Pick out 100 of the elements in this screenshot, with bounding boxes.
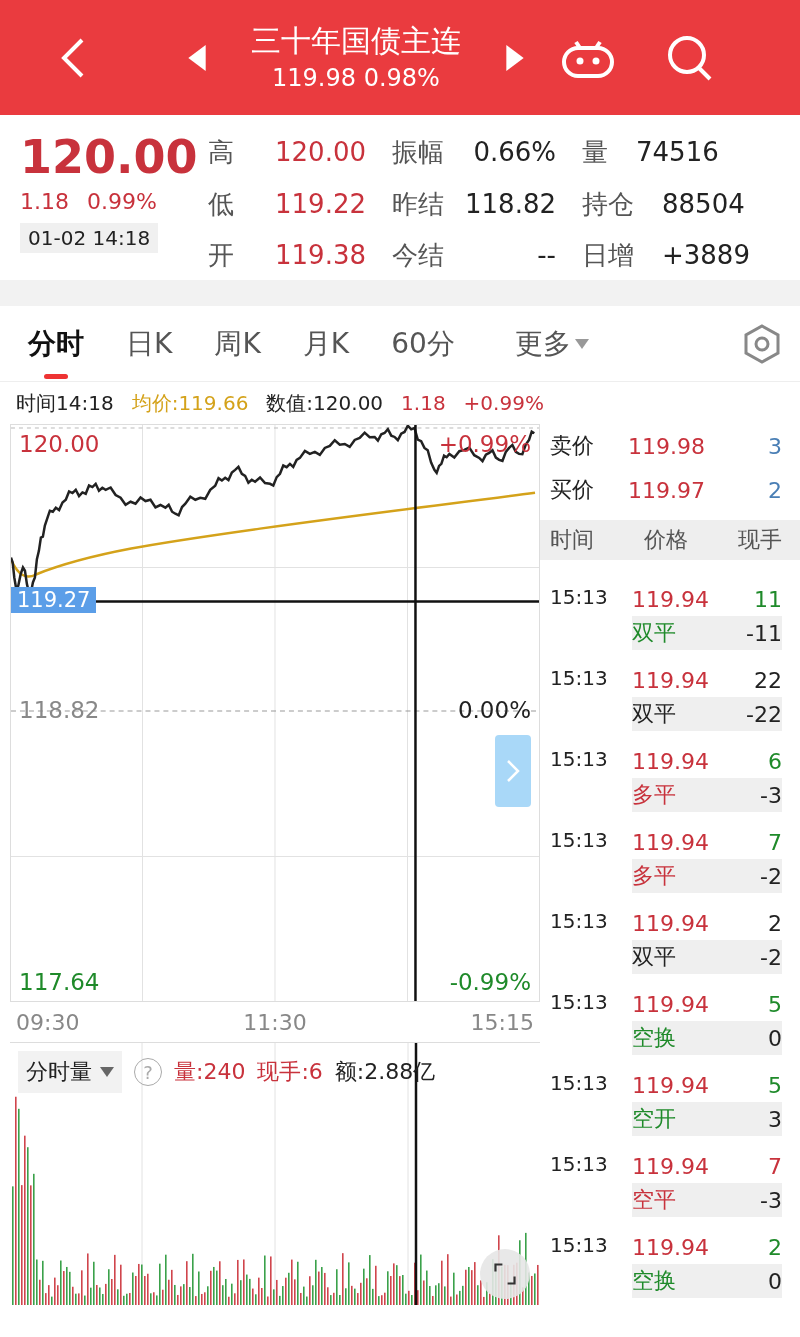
stat-value: 119.22 — [275, 187, 366, 221]
chevron-icon — [506, 759, 520, 783]
trade-type: 空开 — [632, 1105, 676, 1133]
current-hand-reading: 现手:6 — [257, 1058, 323, 1086]
quote-label: 卖价 — [550, 432, 595, 460]
trade-type: 空平 — [632, 1186, 676, 1214]
trade-quantity: 7 — [768, 1153, 782, 1179]
position-change: 0 — [768, 1268, 782, 1294]
stat-value: +3889 — [662, 239, 750, 273]
position-change: -3 — [760, 782, 782, 808]
quote-price: 119.97 — [628, 477, 706, 503]
column-header: 时间 — [550, 526, 594, 554]
time-axis-label: 11:30 — [243, 1009, 307, 1035]
chart-tab[interactable]: 周K — [198, 306, 277, 381]
quote-price: 119.98 — [628, 433, 706, 459]
quote-datetime: 01-02 14:18 — [20, 223, 159, 253]
chart-tab[interactable]: 分时 — [12, 306, 100, 381]
trade-price: 119.94 — [632, 667, 709, 693]
stat-label: 持仓 — [582, 187, 634, 221]
stat-label: 今结 — [392, 239, 444, 273]
stat-value: 74516 — [636, 136, 719, 169]
price-change: 1.18 — [20, 188, 69, 216]
trade-type: 双平 — [632, 943, 676, 971]
average-price: 均价:119.66 — [131, 389, 249, 417]
position-change: -11 — [746, 620, 782, 646]
stat-label: 昨结 — [392, 187, 444, 221]
axis-label: 0.00% — [457, 697, 531, 723]
crosshair-price-label: 119.27 — [11, 587, 97, 613]
time-axis-label: 09:30 — [16, 1009, 80, 1035]
search-icon[interactable] — [666, 33, 714, 82]
page-title: 三十年国债主连 — [251, 21, 461, 60]
trade-time: 15:13 — [550, 665, 609, 692]
stat-label: 开 — [208, 239, 234, 273]
stat-value: 119.38 — [275, 239, 366, 273]
cursor-time: 时间14:18 — [16, 389, 114, 417]
trade-quantity: 2 — [768, 910, 782, 936]
trade-type: 空换 — [632, 1024, 676, 1052]
trade-price: 119.94 — [632, 748, 709, 774]
position-change: 3 — [768, 1106, 782, 1132]
trade-time: 15:13 — [550, 908, 609, 935]
quote-label: 买价 — [550, 476, 595, 504]
trade-quantity: 11 — [754, 586, 782, 612]
quote-quantity: 2 — [768, 477, 782, 503]
trade-time: 15:13 — [550, 1151, 609, 1178]
trade-time: 15:13 — [550, 746, 609, 773]
trade-time: 15:13 — [550, 827, 609, 854]
stat-label: 日增 — [582, 239, 634, 273]
trade-price: 119.94 — [632, 586, 709, 612]
stat-value: -- — [537, 239, 556, 273]
trade-type: 多平 — [632, 781, 676, 809]
caret-icon — [574, 338, 589, 349]
stat-label: 高 — [208, 136, 234, 169]
trade-quantity: 5 — [768, 1072, 782, 1098]
stat-value: 118.82 — [465, 187, 556, 221]
next-icon[interactable] — [506, 44, 524, 71]
position-change: -2 — [760, 944, 782, 970]
more-tab[interactable]: 更多 — [498, 306, 605, 381]
trade-time: 15:13 — [550, 1070, 609, 1097]
chart-tab[interactable]: 月K — [286, 306, 366, 381]
column-header: 价格 — [644, 526, 688, 554]
fullscreen-button[interactable] — [480, 1249, 530, 1299]
trade-price: 119.94 — [632, 1153, 709, 1179]
stat-value: 120.00 — [275, 136, 366, 169]
position-change: -22 — [746, 701, 782, 727]
trade-price: 119.94 — [632, 991, 709, 1017]
trade-type: 双平 — [632, 619, 676, 647]
fullscreen-icon — [492, 1261, 518, 1287]
axis-label: 118.82 — [19, 697, 100, 723]
volume-reading: 量:240 — [174, 1058, 246, 1086]
axis-label: 120.00 — [19, 431, 100, 457]
cursor-change-percent: +0.99% — [463, 391, 544, 415]
volume-selector[interactable]: 分时量 — [18, 1051, 122, 1093]
caret-icon — [100, 1067, 114, 1077]
trade-quantity: 5 — [768, 991, 782, 1017]
trade-quantity: 2 — [768, 1234, 782, 1260]
settings-icon[interactable] — [742, 323, 782, 364]
trade-quantity: 7 — [768, 829, 782, 855]
trade-price: 119.94 — [632, 1234, 709, 1260]
trade-price: 119.94 — [632, 1072, 709, 1098]
page-subtitle: 119.98 0.98% — [272, 62, 440, 94]
column-header: 现手 — [738, 526, 782, 554]
trade-quantity: 22 — [754, 667, 782, 693]
trade-type: 双平 — [632, 700, 676, 728]
trade-time: 15:13 — [550, 584, 609, 611]
cursor-change: 1.18 — [401, 391, 446, 415]
chart-tab[interactable]: 60分 — [375, 306, 471, 381]
position-change: -3 — [760, 1187, 782, 1213]
price-change-percent: 0.99% — [87, 188, 157, 216]
trade-type: 空换 — [632, 1267, 676, 1295]
trade-time: 15:13 — [550, 1232, 609, 1259]
cursor-value: 数值:120.00 — [266, 389, 384, 417]
position-change: 0 — [768, 1025, 782, 1051]
trade-price: 119.94 — [632, 910, 709, 936]
trade-type: 多平 — [632, 862, 676, 890]
chart-tab[interactable]: 日K — [110, 306, 189, 381]
stat-label: 量 — [582, 136, 608, 169]
stat-label: 低 — [208, 187, 234, 221]
previous-icon[interactable] — [188, 44, 206, 71]
trade-price: 119.94 — [632, 829, 709, 855]
quote-quantity: 3 — [768, 433, 782, 459]
